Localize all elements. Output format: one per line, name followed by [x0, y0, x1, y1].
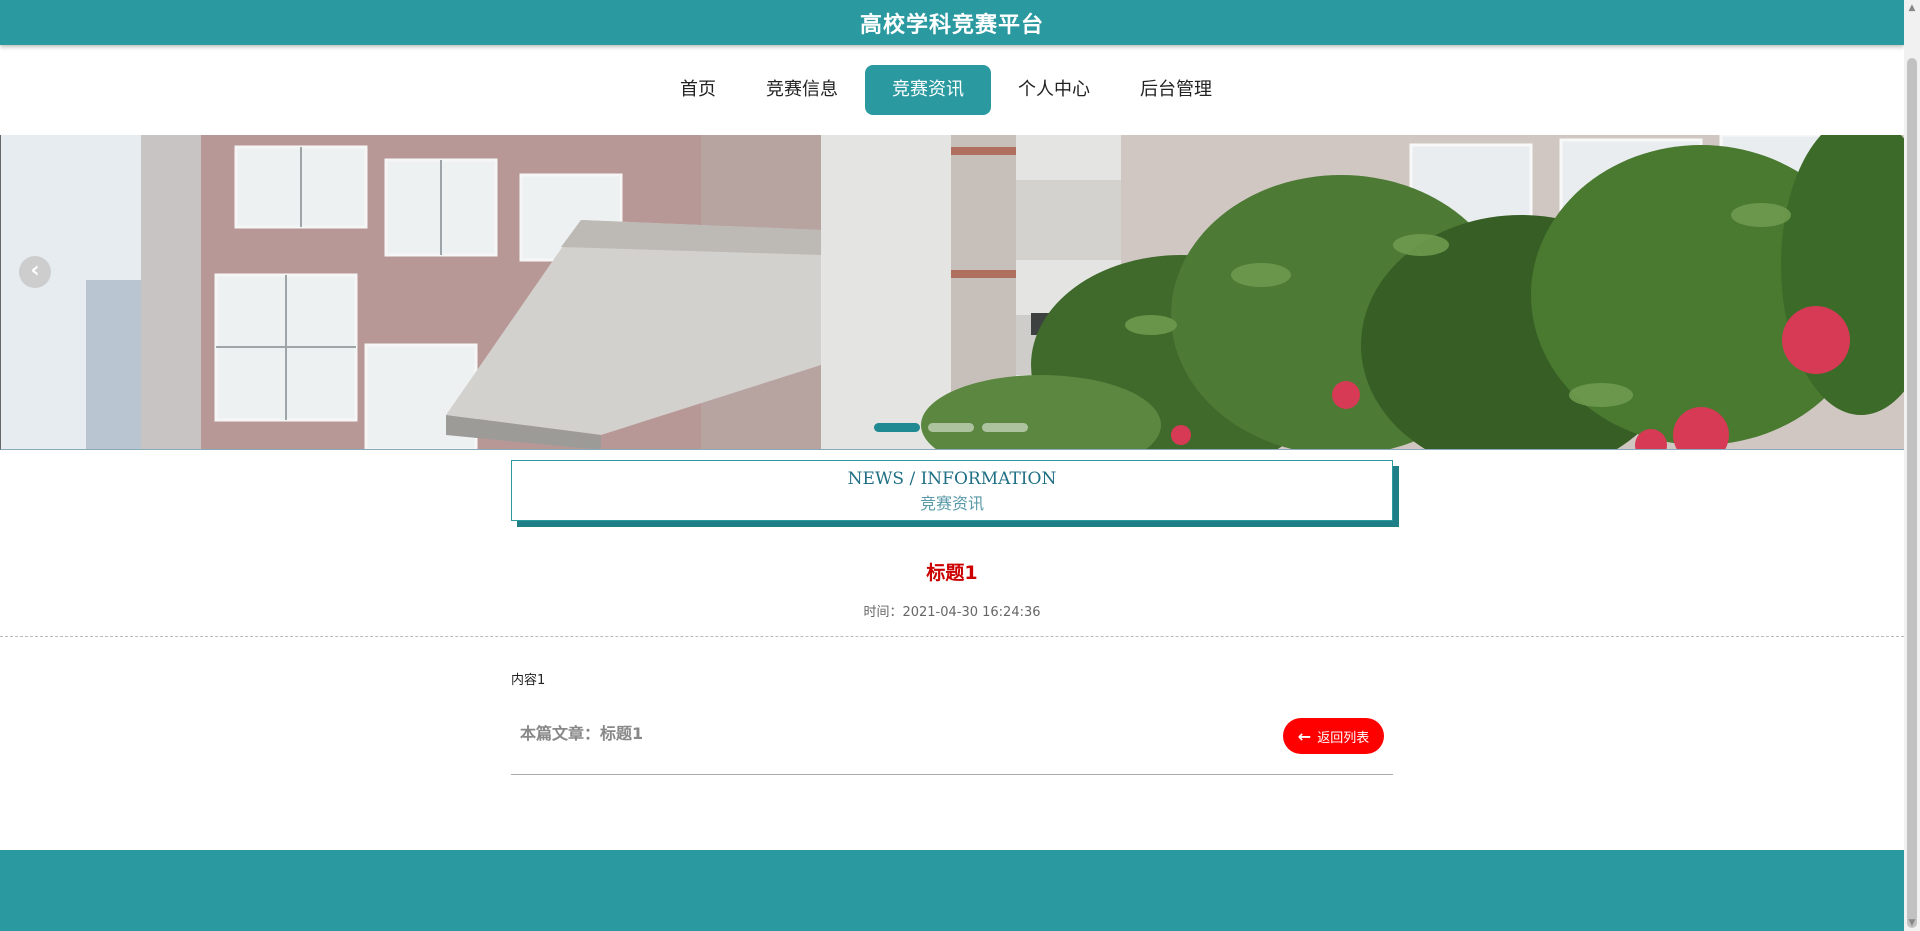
scroll-up-icon[interactable]: ▲ [1904, 0, 1920, 16]
main-nav: 首页 竞赛信息 竞赛资讯 个人中心 后台管理 [0, 45, 1904, 135]
nav-item-personal-center[interactable]: 个人中心 [995, 65, 1113, 115]
section-title-en: NEWS / INFORMATION [847, 469, 1057, 489]
section-title-cn: 竞赛资讯 [919, 494, 984, 513]
section-heading: NEWS / INFORMATION 竞赛资讯 [511, 460, 1393, 521]
back-to-list-button[interactable]: ← 返回列表 [1283, 718, 1384, 754]
article-footer-label: 本篇文章：标题1 [520, 724, 644, 743]
vertical-scrollbar[interactable]: ▲ ▼ [1904, 0, 1920, 931]
carousel-dot[interactable] [982, 423, 1028, 432]
page-footer [0, 850, 1904, 931]
divider [511, 774, 1393, 775]
carousel-indicators [874, 423, 1028, 432]
nav-item-admin[interactable]: 后台管理 [1117, 65, 1235, 115]
nav-item-competition-info[interactable]: 竞赛信息 [743, 65, 861, 115]
scroll-down-icon[interactable]: ▼ [1904, 915, 1920, 931]
banner-carousel: ‹ [0, 135, 1904, 450]
nav-item-home[interactable]: 首页 [657, 65, 739, 115]
back-button-label: 返回列表 [1317, 730, 1370, 746]
carousel-dot[interactable] [874, 423, 920, 432]
article-time: 时间：2021-04-30 16:24:36 [863, 605, 1041, 620]
carousel-dot[interactable] [928, 423, 974, 432]
scrollbar-thumb[interactable] [1907, 58, 1917, 928]
divider [0, 636, 1904, 637]
carousel-prev-button[interactable]: ‹ [19, 256, 51, 288]
nav-item-competition-news[interactable]: 竞赛资讯 [865, 65, 991, 115]
site-title: 高校学科竞赛平台 [859, 12, 1044, 38]
article-title: 标题1 [926, 562, 978, 584]
arrow-left-icon: ← [1297, 726, 1312, 746]
top-header-bar: 高校学科竞赛平台 [0, 0, 1904, 45]
banner-image [1, 135, 1904, 449]
article-content: 内容1 [511, 673, 546, 688]
